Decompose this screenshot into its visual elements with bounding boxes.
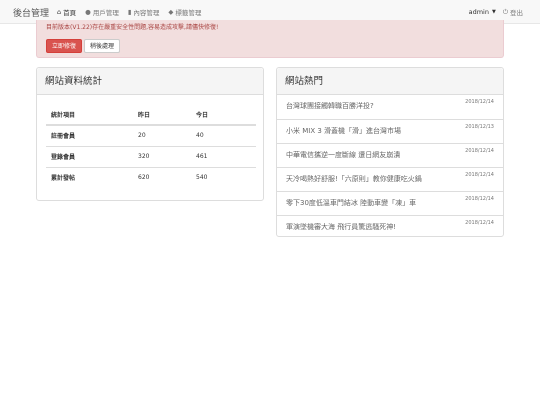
news-title: 台灣球團接觸韓職百勝洋投? — [286, 102, 374, 110]
list-item[interactable]: 天冷喝熱好舒服!「六原則」教你健康吃火鍋 2018/12/14 — [277, 167, 503, 191]
column-header: 今日 — [196, 104, 256, 126]
table-header-row: 統計項目 昨日 今日 — [46, 104, 256, 126]
stats-table: 統計項目 昨日 今日 註冊會員 20 40 登錄會員 320 461 累計發帖 … — [46, 104, 256, 188]
nav-item-users[interactable]: ● 用戶管理 — [85, 7, 119, 17]
news-title: 中華電信攜逆一度斷線 遭日網友崩潰 — [286, 151, 401, 159]
nav-item-label: 標籤管理 — [175, 9, 202, 17]
column-header: 昨日 — [138, 104, 196, 126]
table-cell: 累計發帖 — [46, 166, 138, 188]
table-cell: 320 — [138, 145, 196, 167]
nav-item-label: 用戶管理 — [92, 9, 119, 17]
news-date: 2018/12/14 — [465, 99, 494, 105]
nav-item-tags[interactable]: ◆ 標籤管理 — [168, 7, 201, 17]
brand-title[interactable]: 後台管理 — [13, 6, 49, 19]
table-row: 註冊會員 20 40 — [46, 124, 256, 146]
alert-message: 目前版本(V1.22)存在嚴重安全性問題,容易造成攻擊,請儘快修復! — [46, 24, 219, 31]
username: admin — [468, 8, 489, 16]
main-nav: ⌂ 首頁 ● 用戶管理 ▮ 內容管理 ◆ 標籤管理 — [57, 7, 201, 17]
list-item[interactable]: 台灣球團接觸韓職百勝洋投? 2018/12/14 — [277, 95, 503, 119]
news-date: 2018/12/14 — [465, 148, 494, 154]
news-date: 2018/12/14 — [465, 196, 494, 202]
table-row: 累計發帖 620 540 — [46, 166, 256, 188]
table-cell: 461 — [196, 145, 256, 167]
logout-link[interactable]: ⏻ 登出 — [503, 7, 523, 17]
news-date: 2018/12/14 — [465, 172, 494, 178]
news-title: 天冷喝熱好舒服!「六原則」教你健康吃火鍋 — [286, 175, 422, 183]
stats-panel-title: 網站資料統計 — [37, 68, 263, 95]
list-item[interactable]: 軍演墜機審大海 飛行員驚逃騷死神! 2018/12/14 — [277, 215, 503, 239]
news-date: 2018/12/14 — [465, 220, 494, 226]
nav-item-label: 內容管理 — [133, 9, 160, 17]
table-cell: 620 — [138, 166, 196, 188]
security-alert: 目前版本(V1.22)存在嚴重安全性問題,容易造成攻擊,請儘快修復! 立即修復 … — [36, 20, 504, 58]
user-nav: admin ▼ ⏻ 登出 — [469, 7, 523, 17]
table-row: 登錄會員 320 461 — [46, 145, 256, 167]
stats-panel: 網站資料統計 統計項目 昨日 今日 註冊會員 20 40 登錄會員 320 46… — [36, 67, 264, 201]
nav-item-home[interactable]: ⌂ 首頁 — [57, 7, 76, 17]
table-cell: 540 — [196, 166, 256, 188]
list-item[interactable]: 小米 MIX 3 滑蓋機「滑」進台灣市場 2018/12/13 — [277, 119, 503, 143]
hot-news-list: 台灣球團接觸韓職百勝洋投? 2018/12/14 小米 MIX 3 滑蓋機「滑」… — [277, 95, 503, 239]
table-cell: 20 — [138, 124, 196, 146]
news-title: 零下30度低溫車門結冰 陸動車變「凍」車 — [286, 199, 417, 207]
home-icon: ⌂ — [57, 7, 62, 16]
caret-down-icon: ▼ — [491, 9, 496, 15]
table-cell: 註冊會員 — [46, 124, 138, 146]
list-item[interactable]: 中華電信攜逆一度斷線 遭日網友崩潰 2018/12/14 — [277, 143, 503, 167]
user-dropdown[interactable]: admin ▼ — [469, 7, 496, 17]
table-cell: 登錄會員 — [46, 145, 138, 167]
user-icon: ● — [85, 7, 91, 16]
power-icon: ⏻ — [502, 7, 508, 16]
news-title: 小米 MIX 3 滑蓋機「滑」進台灣市場 — [286, 127, 402, 135]
table-cell: 40 — [196, 124, 256, 146]
list-item[interactable]: 零下30度低溫車門結冰 陸動車變「凍」車 2018/12/14 — [277, 191, 503, 215]
hot-panel-title: 網站熱門 — [277, 68, 503, 95]
news-date: 2018/12/13 — [465, 124, 494, 130]
nav-item-label: 首頁 — [63, 9, 77, 17]
column-header: 統計項目 — [46, 104, 138, 126]
hot-panel: 網站熱門 台灣球團接觸韓職百勝洋投? 2018/12/14 小米 MIX 3 滑… — [276, 67, 504, 237]
tag-icon: ◆ — [168, 7, 174, 16]
fix-now-button[interactable]: 立即修復 — [46, 39, 83, 53]
news-title: 軍演墜機審大海 飛行員驚逃騷死神! — [286, 223, 397, 231]
file-icon: ▮ — [127, 7, 132, 16]
handle-later-button[interactable]: 稍後處理 — [84, 39, 121, 53]
nav-item-content[interactable]: ▮ 內容管理 — [128, 7, 160, 17]
logout-label: 登出 — [510, 9, 523, 17]
